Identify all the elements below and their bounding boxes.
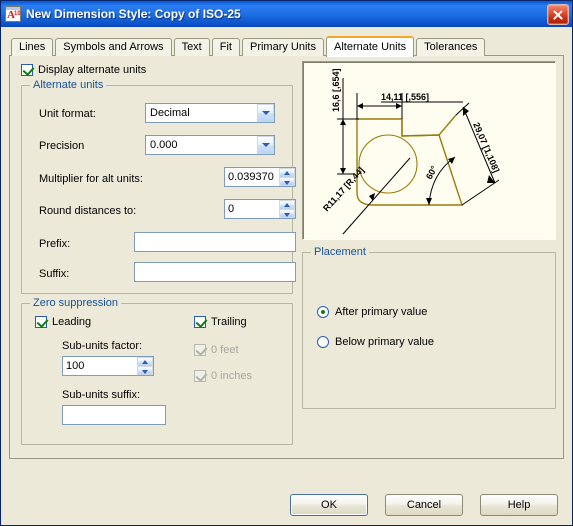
precision-combobox[interactable]: 0.000 bbox=[145, 135, 275, 155]
preview-drawing: 16,6 [,654] 14,11 [,556] 29,07 [1,108] R… bbox=[321, 68, 501, 235]
checkbox-indicator bbox=[35, 316, 47, 328]
chevron-down-icon[interactable] bbox=[257, 136, 274, 154]
close-icon[interactable] bbox=[547, 3, 569, 25]
unit-format-value: Decimal bbox=[150, 107, 190, 119]
spinner-up-icon[interactable] bbox=[137, 357, 153, 366]
dialog-body: Lines Symbols and Arrows Text Fit Primar… bbox=[1, 27, 572, 485]
ok-button[interactable]: OK bbox=[290, 494, 368, 516]
tab-text[interactable]: Text bbox=[173, 38, 210, 56]
tab-alternate-units[interactable]: Alternate Units bbox=[326, 36, 415, 57]
leading-checkbox[interactable]: Leading bbox=[35, 316, 91, 328]
sub-units-factor-spinner[interactable]: 100 bbox=[62, 356, 154, 376]
placement-after-primary-label: After primary value bbox=[335, 306, 428, 318]
spinner-buttons[interactable] bbox=[279, 200, 295, 218]
tab-fit[interactable]: Fit bbox=[211, 38, 240, 56]
spinner-up-icon[interactable] bbox=[279, 200, 295, 209]
preview-dim-angle: 60° bbox=[424, 164, 439, 181]
sub-units-suffix-label: Sub-units suffix: bbox=[62, 389, 141, 401]
spinner-down-icon[interactable] bbox=[279, 177, 295, 186]
checkbox-indicator bbox=[21, 64, 33, 76]
zero-inches-label: 0 inches bbox=[211, 370, 252, 382]
trailing-checkbox[interactable]: Trailing bbox=[194, 316, 247, 328]
alternate-units-group: Alternate units Unit format: Decimal Pre… bbox=[21, 79, 296, 294]
title-bar: A 10 New Dimension Style: Copy of ISO-25 bbox=[1, 1, 572, 27]
alternate-units-legend: Alternate units bbox=[30, 79, 107, 91]
spinner-buttons[interactable] bbox=[279, 168, 295, 186]
spinner-down-icon[interactable] bbox=[279, 209, 295, 218]
precision-label: Precision bbox=[39, 140, 85, 152]
sub-units-factor-value: 100 bbox=[66, 360, 85, 372]
placement-after-primary-radio[interactable]: After primary value bbox=[317, 306, 427, 318]
suffix-input[interactable] bbox=[134, 262, 296, 282]
tab-strip: Lines Symbols and Arrows Text Fit Primar… bbox=[9, 34, 564, 57]
window-title: New Dimension Style: Copy of ISO-25 bbox=[26, 7, 241, 21]
round-distances-label: Round distances to: bbox=[39, 205, 137, 217]
zero-inches-checkbox: 0 inches bbox=[194, 370, 252, 382]
zero-suppression-group: Zero suppression Leading Trailing 0 feet… bbox=[21, 297, 293, 445]
tab-primary-units[interactable]: Primary Units bbox=[241, 38, 324, 56]
zero-suppression-legend: Zero suppression bbox=[30, 297, 121, 309]
preview-dim-horizontal: 14,11 [,556] bbox=[381, 92, 429, 102]
display-alternate-units-checkbox[interactable]: Display alternate units bbox=[21, 64, 146, 76]
tab-tolerances[interactable]: Tolerances bbox=[416, 38, 486, 56]
preview-dim-diagonal: 29,07 [1,108] bbox=[471, 121, 501, 174]
placement-below-primary-radio[interactable]: Below primary value bbox=[317, 336, 434, 348]
unit-format-combobox[interactable]: Decimal bbox=[145, 103, 275, 123]
prefix-input[interactable] bbox=[134, 232, 296, 252]
preview-dim-vertical: 16,6 [,654] bbox=[331, 68, 341, 112]
spinner-down-icon[interactable] bbox=[137, 366, 153, 375]
dialog-button-row: OK Cancel Help bbox=[1, 485, 572, 525]
placement-legend: Placement bbox=[311, 246, 369, 258]
alternate-units-panel: Display alternate units Alternate units … bbox=[9, 55, 564, 459]
leading-label: Leading bbox=[52, 316, 92, 328]
unit-format-label: Unit format: bbox=[39, 108, 96, 120]
display-alternate-units-label: Display alternate units bbox=[38, 64, 147, 76]
tab-symbols-and-arrows[interactable]: Symbols and Arrows bbox=[55, 38, 172, 56]
new-dimension-style-dialog: A 10 New Dimension Style: Copy of ISO-25… bbox=[0, 0, 573, 526]
round-distances-value: 0 bbox=[228, 203, 235, 215]
zero-feet-checkbox: 0 feet bbox=[194, 344, 239, 356]
checkbox-indicator bbox=[194, 344, 206, 356]
round-distances-spinner[interactable]: 0 bbox=[224, 199, 296, 219]
help-button[interactable]: Help bbox=[480, 494, 558, 516]
checkbox-indicator bbox=[194, 370, 206, 382]
dimension-style-preview: 16,6 [,654] 14,11 [,556] 29,07 [1,108] R… bbox=[302, 61, 556, 240]
multiplier-value: 0.039370 bbox=[228, 171, 274, 183]
sub-units-suffix-input[interactable] bbox=[62, 405, 166, 425]
zero-feet-label: 0 feet bbox=[211, 344, 239, 356]
autocad-document-icon: A 10 bbox=[5, 6, 21, 22]
tab-lines[interactable]: Lines bbox=[11, 38, 54, 56]
prefix-label: Prefix: bbox=[39, 238, 71, 250]
multiplier-spinner[interactable]: 0.039370 bbox=[224, 167, 296, 187]
chevron-down-icon[interactable] bbox=[257, 104, 274, 122]
trailing-label: Trailing bbox=[211, 316, 247, 328]
checkbox-indicator bbox=[194, 316, 206, 328]
cancel-button[interactable]: Cancel bbox=[385, 494, 463, 516]
placement-below-primary-label: Below primary value bbox=[335, 336, 435, 348]
radio-indicator bbox=[317, 336, 329, 348]
suffix-label: Suffix: bbox=[39, 268, 70, 280]
spinner-buttons[interactable] bbox=[137, 357, 153, 375]
precision-value: 0.000 bbox=[150, 139, 178, 151]
spinner-up-icon[interactable] bbox=[279, 168, 295, 177]
sub-units-factor-label: Sub-units factor: bbox=[62, 340, 143, 352]
multiplier-label: Multiplier for alt units: bbox=[39, 173, 143, 185]
placement-group: Placement After primary value Below prim… bbox=[302, 246, 556, 409]
radio-indicator bbox=[317, 306, 329, 318]
